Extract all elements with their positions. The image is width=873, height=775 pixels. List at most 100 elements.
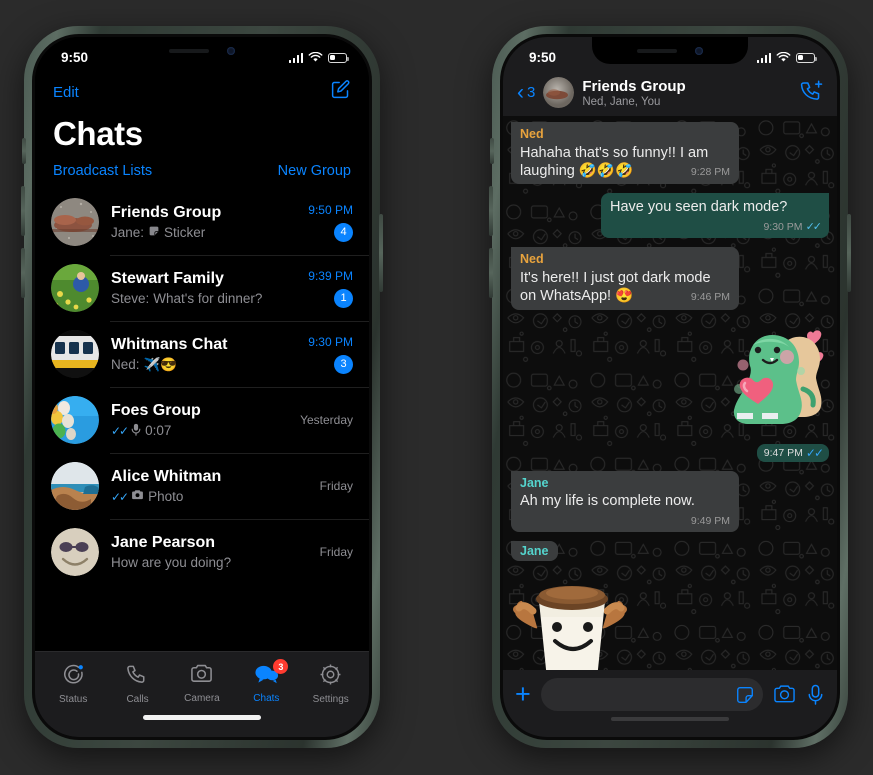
chat-name: Jane Pearson bbox=[111, 534, 216, 551]
message-bubble[interactable]: Have you seen dark mode? 9:30 PM ✓✓ bbox=[601, 193, 829, 239]
mute-switch[interactable] bbox=[22, 138, 26, 164]
mute-switch-right[interactable] bbox=[490, 138, 494, 164]
home-indicator-right[interactable] bbox=[503, 717, 837, 737]
volume-up-button-right[interactable] bbox=[489, 186, 493, 236]
status-indicators bbox=[288, 51, 349, 63]
camera-icon bbox=[131, 489, 144, 504]
avatar[interactable] bbox=[543, 77, 575, 108]
avatar[interactable] bbox=[51, 396, 99, 444]
avatar[interactable] bbox=[51, 462, 99, 510]
microphone-icon[interactable] bbox=[806, 684, 825, 706]
conversation-screen: ‹ 3 Friends Group Ned, Jane, You Ned Hah… bbox=[503, 37, 837, 737]
smiling-coffee-cup-sticker[interactable] bbox=[511, 561, 635, 670]
phone-add-icon[interactable] bbox=[798, 79, 823, 107]
chat-list-item[interactable]: Alice Whitman ✓✓ Photo Friday bbox=[35, 453, 369, 519]
sticker-icon[interactable] bbox=[735, 685, 755, 705]
phone-bezel-right: 9:50 ‹ 3 Friends Group Ned, Jane, You Ne… bbox=[500, 34, 840, 740]
chat-item-text: Friends Group Jane: Sticker bbox=[111, 204, 296, 240]
front-camera-icon bbox=[227, 46, 235, 55]
chat-item-meta: 9:30 PM 3 bbox=[308, 335, 353, 374]
message-meta: 9:49 PM bbox=[691, 515, 730, 528]
chat-preview-sender: Jane: bbox=[111, 225, 145, 240]
read-receipt-icon: ✓✓ bbox=[111, 423, 129, 438]
screen-right: 9:50 ‹ 3 Friends Group Ned, Jane, You Ne… bbox=[503, 37, 837, 737]
chat-list-item[interactable]: Foes Group ✓✓ 0:07 Yesterday bbox=[35, 387, 369, 453]
sticker-message-row: Jane 9:50 PM bbox=[511, 540, 829, 670]
volume-down-button[interactable] bbox=[21, 248, 25, 298]
chat-name: Alice Whitman bbox=[111, 468, 222, 485]
message-input[interactable] bbox=[540, 678, 763, 711]
screenshot-stage: 9:50 Edit Chats Broadcast Lists New Grou… bbox=[0, 0, 873, 775]
tab-badge: 3 bbox=[273, 659, 289, 674]
microphone-icon bbox=[131, 423, 141, 439]
status-rings-icon bbox=[62, 663, 85, 691]
chat-item-meta: Friday bbox=[320, 545, 353, 559]
conversation-participants: Ned, Jane, You bbox=[582, 95, 661, 108]
status-time: 9:50 bbox=[61, 49, 89, 65]
message-bubble[interactable]: Ned Hahaha that's so funny!! I am laughi… bbox=[511, 122, 739, 185]
message-bubble[interactable]: Jane Ah my life is complete now. 9:49 PM bbox=[511, 470, 739, 532]
broadcast-lists-button[interactable]: Broadcast Lists bbox=[53, 163, 152, 179]
message-sender: Jane bbox=[520, 475, 549, 490]
chat-timestamp: Friday bbox=[319, 545, 353, 559]
screen-left: 9:50 Edit Chats Broadcast Lists New Grou… bbox=[35, 37, 369, 737]
home-indicator-left[interactable] bbox=[35, 715, 369, 737]
chat-preview-text: How are you doing? bbox=[111, 555, 232, 570]
message-text: Ah my life is complete now. bbox=[520, 493, 695, 510]
camera-icon bbox=[190, 663, 213, 690]
conversation-title-block[interactable]: Friends Group Ned, Jane, You bbox=[582, 78, 790, 108]
chat-preview-text: Photo bbox=[148, 489, 184, 504]
plus-icon[interactable]: + bbox=[515, 681, 531, 708]
edit-button[interactable]: Edit bbox=[53, 84, 79, 101]
compose-icon[interactable] bbox=[330, 79, 351, 105]
chat-list-item[interactable]: Stewart Family Steve: What's for dinner?… bbox=[35, 255, 369, 321]
chat-item-text: Foes Group ✓✓ 0:07 bbox=[111, 402, 288, 439]
avatar[interactable] bbox=[51, 198, 99, 246]
read-receipt-icon: ✓✓ bbox=[805, 445, 824, 460]
message-bubble[interactable]: Ned It's here!! I just got dark mode on … bbox=[511, 247, 739, 310]
chat-preview-sender: Ned: bbox=[111, 357, 140, 372]
chat-preview: ✓✓ Photo bbox=[111, 489, 308, 504]
message-time: 9:28 PM bbox=[690, 166, 730, 179]
power-button-right[interactable] bbox=[847, 214, 851, 292]
back-button[interactable]: ‹ 3 bbox=[517, 82, 535, 103]
tab-status[interactable]: Status bbox=[43, 663, 103, 705]
tab-camera[interactable]: Camera bbox=[172, 663, 232, 704]
tab-settings[interactable]: Settings bbox=[301, 663, 361, 705]
chat-item-text: Stewart Family Steve: What's for dinner? bbox=[111, 270, 296, 306]
green-dinosaur-holding-heart-sticker[interactable] bbox=[717, 319, 829, 444]
conversation-title: Friends Group bbox=[582, 77, 686, 95]
chat-item-meta: 9:39 PM 1 bbox=[308, 269, 353, 308]
tab-label: Status bbox=[59, 693, 88, 705]
chat-item-meta: Yesterday bbox=[300, 413, 353, 427]
earpiece-speaker-right bbox=[637, 48, 677, 53]
power-button[interactable] bbox=[379, 214, 383, 292]
status-time-right: 9:50 bbox=[529, 49, 557, 65]
message-area[interactable]: Ned Hahaha that's so funny!! I am laughi… bbox=[503, 116, 837, 670]
avatar[interactable] bbox=[51, 264, 99, 312]
tab-calls[interactable]: Calls bbox=[108, 663, 168, 705]
chat-list-item[interactable]: Jane Pearson How are you doing? Friday bbox=[35, 519, 369, 585]
volume-up-button[interactable] bbox=[21, 186, 25, 236]
sticker-icon bbox=[148, 225, 160, 240]
new-group-button[interactable]: New Group bbox=[278, 163, 351, 179]
chat-preview: Ned: ✈️😎 bbox=[111, 357, 296, 373]
back-unread-count: 3 bbox=[527, 84, 536, 101]
tab-label: Chats bbox=[253, 693, 280, 704]
chat-timestamp: 9:50 PM bbox=[308, 202, 353, 217]
avatar[interactable] bbox=[51, 330, 99, 378]
camera-icon[interactable] bbox=[773, 684, 796, 705]
chat-preview: Jane: Sticker bbox=[111, 225, 296, 240]
chat-timestamp: Yesterday bbox=[300, 413, 353, 427]
avatar[interactable] bbox=[51, 528, 99, 576]
chat-list-item[interactable]: Friends Group Jane: Sticker 9:50 PM 4 bbox=[35, 189, 369, 255]
message-row: Ned Hahaha that's so funny!! I am laughi… bbox=[511, 122, 829, 185]
notch bbox=[124, 37, 280, 64]
chat-item-meta: Friday bbox=[320, 479, 353, 493]
front-camera-icon-right bbox=[695, 46, 703, 55]
message-sender: Ned bbox=[520, 252, 544, 267]
chat-list-item[interactable]: Whitmans Chat Ned: ✈️😎 9:30 PM 3 bbox=[35, 321, 369, 387]
chat-item-text: Whitmans Chat Ned: ✈️😎 bbox=[111, 336, 296, 373]
volume-down-button-right[interactable] bbox=[489, 248, 493, 298]
tab-chats[interactable]: Chats 3 bbox=[236, 659, 296, 704]
